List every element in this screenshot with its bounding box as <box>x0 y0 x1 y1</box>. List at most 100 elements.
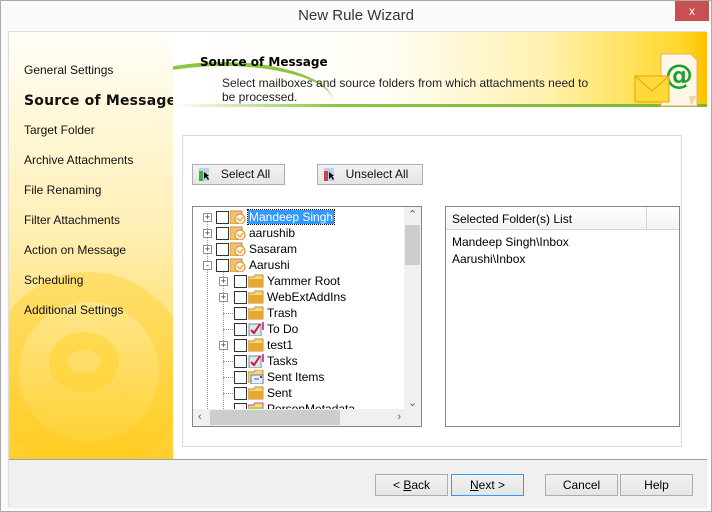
tree-checkbox[interactable] <box>234 307 247 320</box>
step-source-of-message[interactable]: Source of Message <box>24 93 173 109</box>
expand-icon[interactable]: + <box>203 245 212 254</box>
mailbox-icon <box>230 242 246 256</box>
tree-item-label: Mandeep Singh <box>246 209 336 225</box>
column-header-selected-folders[interactable]: Selected Folder(s) List <box>452 212 572 226</box>
tree-item-label: Sent <box>267 386 292 400</box>
scroll-up-icon[interactable]: ⌃ <box>408 208 417 221</box>
tree-checkbox[interactable] <box>234 387 247 400</box>
scroll-down-icon[interactable]: ⌄ <box>408 396 417 409</box>
expand-icon[interactable]: + <box>219 293 228 302</box>
tree-item-yammer-root[interactable]: + Yammer Root <box>193 273 406 289</box>
tree-item-aarushib[interactable]: + aarushib <box>193 225 406 241</box>
back-rest: ack <box>411 478 431 492</box>
wizard-body: General Settings Source of Message Targe… <box>8 31 707 508</box>
list-item[interactable]: Aarushi\Inbox <box>452 252 525 266</box>
content-area: Select All Unselect All + Mandeep Singh <box>173 107 707 459</box>
scrollbar-thumb[interactable] <box>405 225 420 265</box>
task-icon <box>248 354 264 368</box>
tree-item-label: aarushib <box>249 226 296 240</box>
tree-checkbox[interactable] <box>234 323 247 336</box>
folder-icon <box>248 338 264 352</box>
tree-item-mandeep-singh[interactable]: + Mandeep Singh <box>193 209 406 225</box>
tree-item-tasks[interactable]: Tasks <box>193 353 406 369</box>
tree-item-webextaddins[interactable]: + WebExtAddIns <box>193 289 406 305</box>
tree-item-sasaram[interactable]: + Sasaram <box>193 241 406 257</box>
collapse-icon[interactable]: - <box>203 261 212 270</box>
tree-line <box>223 313 233 314</box>
expand-icon[interactable]: + <box>203 229 212 238</box>
scroll-right-icon[interactable]: › <box>397 411 401 423</box>
tree-line <box>223 329 233 330</box>
folder-icon <box>248 386 264 400</box>
tree-item-label: To Do <box>267 322 299 336</box>
expand-icon[interactable]: + <box>219 341 228 350</box>
unselect-all-icon <box>324 168 334 181</box>
scrollbar-corner <box>404 409 421 426</box>
cancel-button[interactable]: Cancel <box>545 474 618 496</box>
step-target-folder[interactable]: Target Folder <box>24 123 95 137</box>
select-all-icon <box>199 168 209 181</box>
step-header: Source of Message Select mailboxes and s… <box>173 32 707 107</box>
list-header[interactable]: Selected Folder(s) List <box>446 207 679 230</box>
tree-item-test1[interactable]: + test1 <box>193 337 406 353</box>
folder-icon <box>248 306 264 320</box>
tree-checkbox[interactable] <box>234 371 247 384</box>
step-file-renaming[interactable]: File Renaming <box>24 183 101 197</box>
tree-item-trash[interactable]: Trash <box>193 305 406 321</box>
scroll-left-icon[interactable]: ‹ <box>198 411 202 423</box>
step-scheduling[interactable]: Scheduling <box>24 273 83 287</box>
tree-item-sent-items[interactable]: Sent Items <box>193 369 406 385</box>
help-button[interactable]: Help <box>620 474 693 496</box>
tree-item-aarushi[interactable]: - Aarushi <box>193 257 406 273</box>
tree-checkbox[interactable] <box>234 291 247 304</box>
unselect-all-button[interactable]: Unselect All <box>317 164 423 185</box>
step-title: Source of Message <box>200 55 328 69</box>
step-archive-attachments[interactable]: Archive Attachments <box>24 153 133 167</box>
source-panel: Select All Unselect All + Mandeep Singh <box>182 135 682 447</box>
tree-item-label: Aarushi <box>249 258 290 272</box>
back-button[interactable]: < Back <box>375 474 448 496</box>
step-filter-attachments[interactable]: Filter Attachments <box>24 213 120 227</box>
tree-item-to-do[interactable]: To Do <box>193 321 406 337</box>
tree-checkbox[interactable] <box>216 259 229 272</box>
step-general-settings[interactable]: General Settings <box>24 63 113 77</box>
at-symbol-watermark-center <box>49 332 119 392</box>
tree-line <box>223 393 233 394</box>
tree-checkbox[interactable] <box>216 243 229 256</box>
tree-item-label: Tasks <box>267 354 298 368</box>
folder-icon <box>248 290 264 304</box>
tree-checkbox[interactable] <box>216 227 229 240</box>
tree-item-label: Sasaram <box>249 242 298 256</box>
mailbox-icon <box>230 258 246 272</box>
expand-icon[interactable]: + <box>203 213 212 222</box>
folder-tree[interactable]: + Mandeep Singh + aarushib + Sasaram - A… <box>192 206 422 427</box>
close-icon: x <box>689 4 695 18</box>
close-button[interactable]: x <box>675 1 709 21</box>
tree-horizontal-scrollbar[interactable]: ‹ › <box>193 409 406 426</box>
tree-item-label: Trash <box>267 306 298 320</box>
mailbox-icon <box>230 226 246 240</box>
list-item[interactable]: Mandeep Singh\Inbox <box>452 235 569 249</box>
tree-checkbox[interactable] <box>216 211 229 224</box>
selected-folders-list[interactable]: Selected Folder(s) List Mandeep Singh\In… <box>445 206 680 427</box>
tree-item-sent[interactable]: Sent <box>193 385 406 401</box>
mail-at-icon: @ <box>634 53 698 107</box>
expand-icon[interactable]: + <box>219 277 228 286</box>
scrollbar-thumb[interactable] <box>210 410 340 425</box>
wizard-window: New Rule Wizard x General Settings Sourc… <box>0 0 712 512</box>
step-description: Select mailboxes and source folders from… <box>222 76 589 104</box>
step-additional-settings[interactable]: Additional Settings <box>24 303 123 317</box>
tree-line <box>223 361 233 362</box>
column-divider[interactable] <box>646 207 647 230</box>
title-bar: New Rule Wizard x <box>1 1 711 31</box>
select-all-button[interactable]: Select All <box>192 164 285 185</box>
tree-checkbox[interactable] <box>234 339 247 352</box>
tree-checkbox[interactable] <box>234 355 247 368</box>
step-action-on-message[interactable]: Action on Message <box>24 243 126 257</box>
wizard-steps-sidebar: General Settings Source of Message Targe… <box>9 32 173 459</box>
next-mnemonic: N <box>469 478 479 492</box>
next-button[interactable]: Next > <box>451 474 524 496</box>
tree-checkbox[interactable] <box>234 275 247 288</box>
tree-vertical-scrollbar[interactable]: ⌃ ⌄ <box>404 207 421 411</box>
unselect-all-label: Unselect All <box>345 167 409 181</box>
